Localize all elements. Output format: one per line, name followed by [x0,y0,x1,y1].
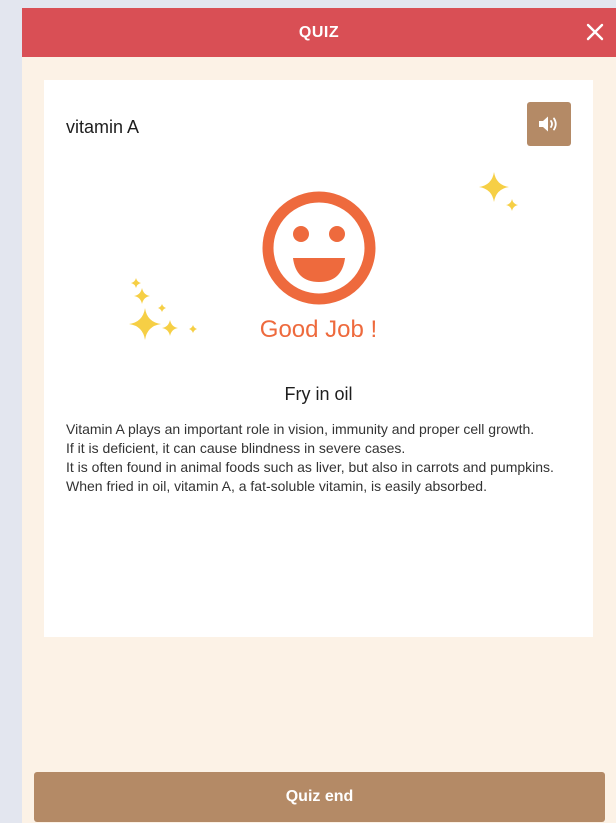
result-card: vitamin A Good Job ! Fry in oil Vitamin … [44,80,593,637]
result-text: Good Job ! [259,316,378,343]
explanation-line: Vitamin A plays an important role in vis… [66,421,535,437]
smiley-face-icon [262,191,376,305]
audio-button[interactable] [527,102,571,146]
quiz-panel: QUIZ vitamin A Good Job ! Fry in oil Vit… [22,8,616,823]
explanation-line: When fried in oil, vitamin A, a fat-solu… [66,478,487,494]
quiz-header: QUIZ [22,8,616,57]
explanation-line: It is often found in animal foods such a… [66,459,554,475]
explanation-text: Vitamin A plays an important role in vis… [66,420,574,496]
close-button[interactable] [580,17,610,47]
speaker-icon [539,116,557,132]
explanation-line: If it is deficient, it can cause blindne… [66,440,406,456]
close-icon [586,23,604,41]
sparkle-icon [479,172,518,211]
quiz-word: vitamin A [66,117,140,137]
header-title: QUIZ [298,24,340,41]
correct-answer: Fry in oil [284,384,353,404]
quiz-end-button[interactable]: Quiz end [34,772,605,822]
